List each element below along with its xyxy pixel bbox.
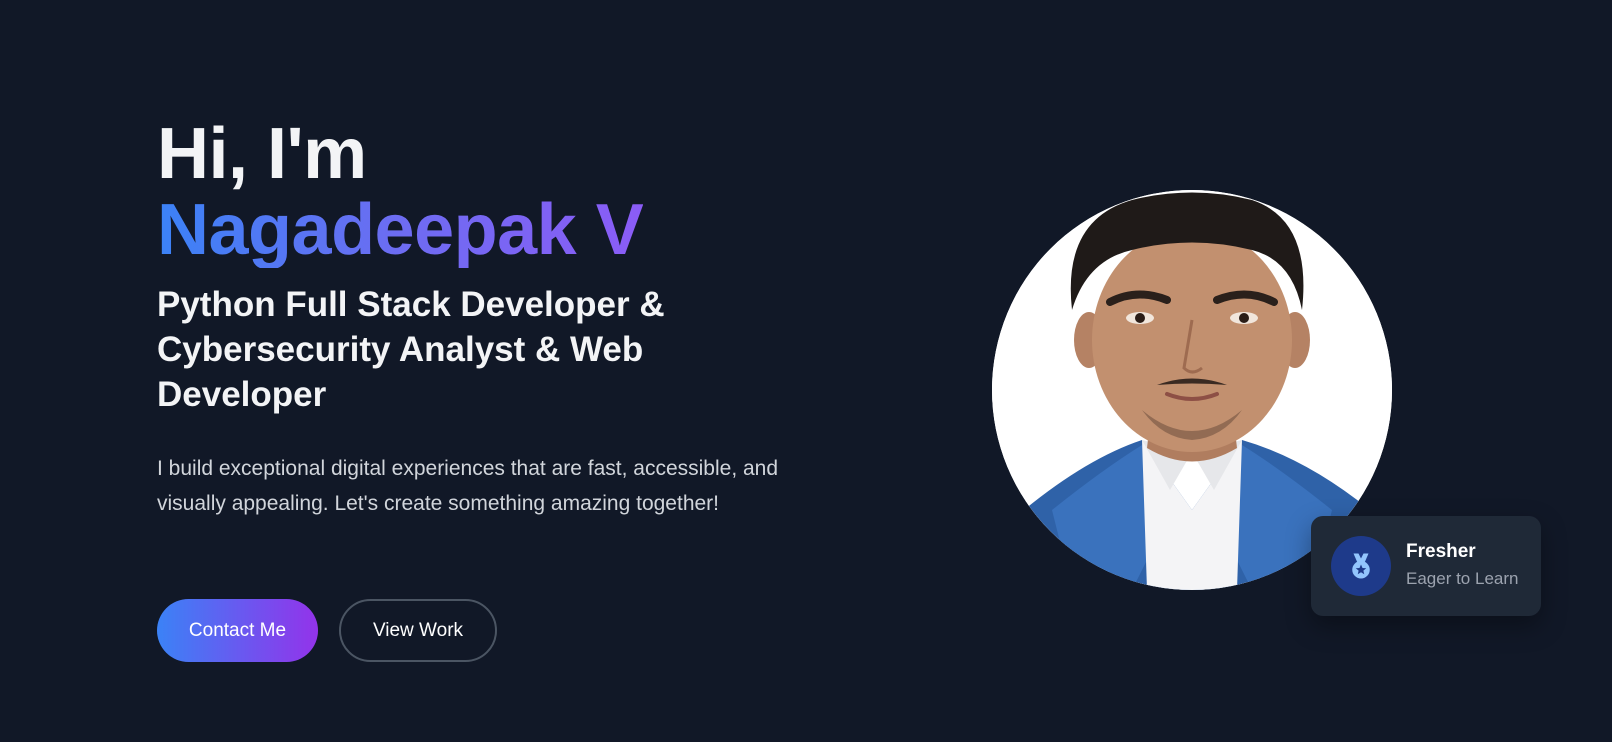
badge-subtitle: Eager to Learn bbox=[1406, 569, 1519, 588]
name-heading: Nagadeepak V bbox=[157, 190, 644, 270]
hero-text-block: Hi, I'm Nagadeepak V Python Full Stack D… bbox=[157, 116, 817, 521]
medal-icon bbox=[1331, 536, 1391, 596]
greeting-heading: Hi, I'm bbox=[157, 114, 367, 194]
experience-badge-card: Fresher Eager to Learn bbox=[1311, 516, 1541, 616]
hero-description: I build exceptional digital experiences … bbox=[157, 457, 779, 515]
badge-text: Fresher Eager to Learn bbox=[1406, 540, 1518, 592]
contact-me-button[interactable]: Contact Me bbox=[157, 599, 318, 662]
view-work-button[interactable]: View Work bbox=[339, 599, 497, 662]
hero-section: Hi, I'm Nagadeepak V Python Full Stack D… bbox=[0, 0, 1612, 742]
hero-buttons: Contact Me View Work bbox=[157, 599, 497, 662]
role-subtitle: Python Full Stack Developer & Cybersecur… bbox=[157, 285, 665, 414]
badge-title: Fresher bbox=[1406, 541, 1476, 562]
